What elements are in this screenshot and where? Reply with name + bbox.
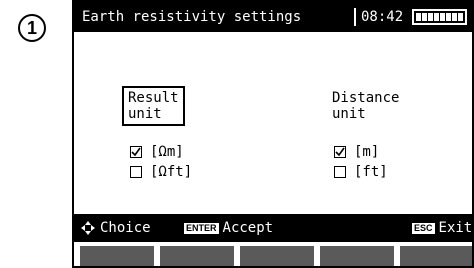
- distance-unit-label-line2: unit: [332, 106, 366, 122]
- title-separator: [354, 8, 356, 26]
- option-label: [m]: [354, 144, 380, 160]
- battery-cell: [446, 13, 451, 21]
- battery-cell: [416, 13, 421, 21]
- checkbox-checked-icon[interactable]: [334, 146, 346, 158]
- title-bar: Earth resistivity settings 08:42: [74, 2, 472, 32]
- checkbox-unchecked-icon[interactable]: [130, 166, 142, 178]
- checkbox-unchecked-icon[interactable]: [334, 166, 346, 178]
- clock: 08:42: [361, 9, 404, 25]
- distance-unit-label-line1: Distance: [332, 90, 400, 106]
- result-unit-heading[interactable]: Result unit: [122, 86, 185, 126]
- battery-cell: [440, 13, 445, 21]
- choice-hint: Choice: [80, 214, 151, 242]
- screen-title: Earth resistivity settings: [82, 9, 302, 25]
- esc-key-icon: ESC: [412, 222, 435, 234]
- softkey-1[interactable]: [80, 246, 154, 266]
- enter-key-icon: ENTER: [184, 222, 219, 234]
- step-number-badge: 1: [18, 14, 46, 42]
- key-hint-bar: Choice ENTER Accept ESC Exit: [74, 214, 472, 242]
- result-unit-option-ohm-m[interactable]: [Ωm]: [130, 144, 184, 160]
- distance-unit-option-ft[interactable]: [ft]: [334, 164, 388, 180]
- battery-icon: [412, 9, 467, 25]
- accept-label: Accept: [222, 220, 274, 236]
- option-label: [ft]: [354, 164, 388, 180]
- softkey-row: [74, 242, 472, 266]
- exit-hint: ESC Exit: [412, 214, 472, 242]
- softkey-5[interactable]: [400, 246, 472, 266]
- softkey-2[interactable]: [160, 246, 234, 266]
- softkey-3[interactable]: [240, 246, 314, 266]
- result-unit-option-ohm-ft[interactable]: [Ωft]: [130, 164, 192, 180]
- checkbox-checked-icon[interactable]: [130, 146, 142, 158]
- battery-cell: [422, 13, 427, 21]
- battery-cell: [452, 13, 457, 21]
- four-way-arrows-icon: [81, 221, 95, 235]
- result-unit-label-line1: Result: [128, 90, 179, 106]
- battery-cell: [458, 13, 463, 21]
- option-label: [Ωft]: [150, 164, 193, 180]
- device-screen: Earth resistivity settings 08:42 Result …: [72, 0, 474, 268]
- result-unit-label-line2: unit: [128, 106, 162, 122]
- option-label: [Ωm]: [150, 144, 184, 160]
- battery-cell: [434, 13, 439, 21]
- accept-hint: ENTER Accept: [184, 214, 273, 242]
- step-number: 1: [26, 17, 37, 38]
- exit-label: Exit: [438, 220, 473, 236]
- battery-cell: [428, 13, 433, 21]
- softkey-4[interactable]: [320, 246, 394, 266]
- choice-label: Choice: [100, 220, 151, 236]
- distance-unit-heading[interactable]: Distance unit: [332, 90, 399, 122]
- distance-unit-option-m[interactable]: [m]: [334, 144, 379, 160]
